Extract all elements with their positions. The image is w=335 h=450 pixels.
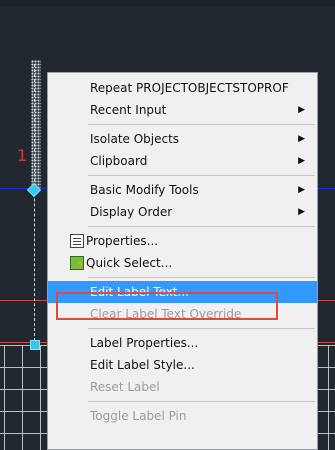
menu-separator [88, 277, 315, 278]
menu-item-clipboard[interactable]: Clipboard ▶ [48, 150, 317, 172]
menu-item-basic-modify-tools[interactable]: Basic Modify Tools ▶ [48, 179, 317, 201]
menu-item-quick-select[interactable]: Quick Select... [48, 252, 317, 276]
menu-item-label: Edit Label Text... [90, 285, 189, 299]
menu-item-isolate-objects[interactable]: Isolate Objects ▶ [48, 128, 317, 150]
menu-separator [88, 328, 315, 329]
quick-select-icon [70, 254, 84, 276]
submenu-arrow-icon: ▶ [298, 156, 305, 166]
drawing-top-edge [0, 0, 335, 6]
submenu-arrow-icon: ▶ [298, 105, 305, 115]
menu-item-recent-input[interactable]: Recent Input ▶ [48, 99, 317, 121]
submenu-arrow-icon: ▶ [298, 185, 305, 195]
menu-item-label: Display Order [90, 205, 173, 219]
menu-separator [88, 226, 315, 227]
menu-item-properties[interactable]: Properties... [48, 230, 317, 252]
menu-item-label: Clipboard [90, 154, 148, 168]
selected-label-text[interactable] [31, 60, 41, 188]
menu-separator [88, 175, 315, 176]
menu-item-repeat-command[interactable]: Repeat PROJECTOBJECTSTOPROF [48, 77, 317, 99]
menu-item-reset-label: Reset Label [48, 376, 317, 398]
menu-item-clear-label-text-override: Clear Label Text Override [48, 303, 317, 325]
menu-item-label: Quick Select... [86, 256, 173, 270]
properties-icon [70, 234, 84, 248]
submenu-arrow-icon: ▶ [298, 134, 305, 144]
context-menu: Repeat PROJECTOBJECTSTOPROF Recent Input… [47, 72, 318, 450]
menu-item-label: Toggle Label Pin [90, 409, 187, 423]
menu-item-toggle-label-pin: Toggle Label Pin [48, 405, 317, 427]
menu-item-edit-label-style[interactable]: Edit Label Style... [48, 354, 317, 376]
menu-item-label: Repeat PROJECTOBJECTSTOPROF [90, 81, 289, 95]
menu-item-label: Basic Modify Tools [90, 183, 199, 197]
menu-item-edit-label-text[interactable]: Edit Label Text... [48, 281, 317, 303]
menu-item-label-properties[interactable]: Label Properties... [48, 332, 317, 354]
menu-separator [88, 124, 315, 125]
menu-item-label: Isolate Objects [90, 132, 180, 146]
label-square-grip[interactable] [30, 340, 40, 350]
menu-item-label: Reset Label [90, 380, 160, 394]
menu-item-label: Label Properties... [90, 336, 199, 350]
menu-item-label: Edit Label Style... [90, 358, 195, 372]
menu-item-display-order[interactable]: Display Order ▶ [48, 201, 317, 223]
menu-item-label: Recent Input [90, 103, 167, 117]
drawing-canvas[interactable]: 1 Repeat PROJECTOBJECTSTOPROF Recent Inp… [0, 0, 335, 450]
menu-item-label: Properties... [86, 234, 159, 248]
row-number-label: 1 [17, 146, 28, 165]
menu-separator [88, 401, 315, 402]
menu-item-label: Clear Label Text Override [90, 307, 242, 321]
submenu-arrow-icon: ▶ [298, 207, 305, 217]
